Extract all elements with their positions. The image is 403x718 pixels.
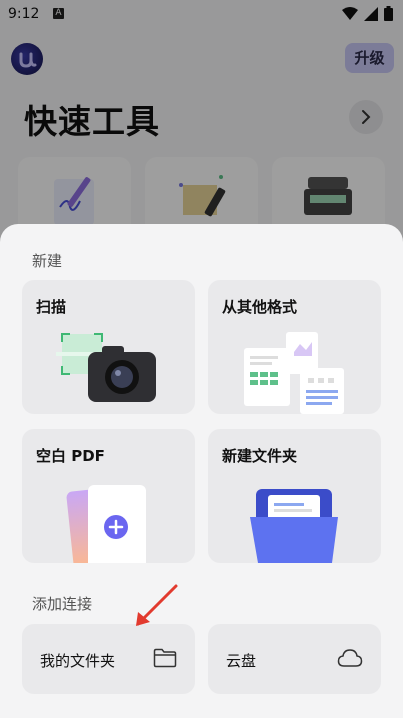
folder-illustration-icon [250,489,338,563]
cloud-drive-label: 云盘 [226,652,257,670]
section-label-add-connection: 添加连接 [32,595,93,613]
cloud-icon [337,649,363,667]
my-folder-label: 我的文件夹 [40,652,116,670]
cloud-drive-button[interactable]: 云盘 [208,624,381,694]
section-label-new: 新建 [32,252,63,270]
annotation-arrow-icon [136,584,178,626]
documents-icon [244,332,344,414]
camera-icon [56,333,156,402]
my-folder-button[interactable]: 我的文件夹 [22,624,195,694]
folder-icon [153,648,177,668]
blank-pdf-card[interactable]: 空白 PDF [22,429,195,563]
new-bottom-sheet: 新建 扫描 从其他格式 空白 PDF 新建文件夹 添加连接 我的文件夹 云盘 [0,224,403,718]
blank-pdf-icon [66,485,146,563]
scan-card[interactable]: 扫描 [22,280,195,414]
from-other-format-card[interactable]: 从其他格式 [208,280,381,414]
new-folder-card[interactable]: 新建文件夹 [208,429,381,563]
